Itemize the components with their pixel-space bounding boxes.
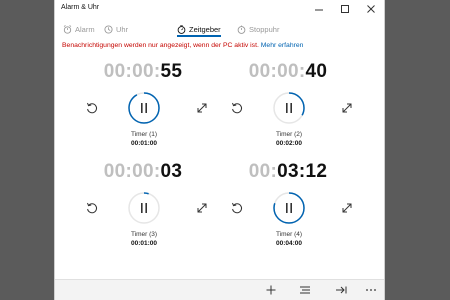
timer-name: Timer (3) — [130, 231, 158, 238]
timer-card: 00:00:03 Timer (3) 00:01:00 — [63, 161, 223, 261]
tab-stopwatch-label: Stoppuhr — [249, 24, 280, 34]
minimize-icon — [315, 9, 323, 11]
timer-countdown-dim: 00:00: — [248, 61, 306, 82]
reset-icon[interactable] — [85, 201, 99, 215]
tab-alarm[interactable]: Alarm — [63, 20, 95, 38]
timer-countdown-bright: 55 — [160, 61, 183, 82]
add-icon[interactable] — [264, 284, 278, 296]
tab-clock-label: Uhr — [116, 24, 129, 34]
timer-countdown-bright: 03 — [160, 161, 183, 182]
timer-card: 00:00:40 Timer (2) 00:02:00 — [208, 61, 368, 161]
timer-duration: 00:01:00 — [130, 240, 158, 247]
expand-icon[interactable] — [195, 201, 209, 215]
timer-card: 00:00:55 Timer (1) 00:01:00 — [63, 61, 223, 161]
stopwatch-icon — [237, 25, 246, 34]
tab-stopwatch[interactable]: Stoppuhr — [237, 20, 279, 38]
reset-icon[interactable] — [85, 101, 99, 115]
title-bar: Alarm & Uhr — [55, 0, 384, 18]
timer-name: Timer (4) — [275, 231, 303, 238]
command-bar — [55, 279, 384, 300]
timer-countdown-dim: 00:00: — [103, 161, 161, 182]
clock-icon — [104, 24, 113, 34]
notification-text: Benachrichtigungen werden nur angezeigt,… — [62, 42, 259, 49]
pause-button[interactable] — [127, 91, 161, 125]
tab-alarm-label: Alarm — [75, 24, 95, 34]
timer-card: 00:03:12 Timer (4) 00:04:00 — [208, 161, 368, 261]
close-icon — [367, 5, 375, 13]
more-options-icon[interactable] — [364, 284, 378, 296]
timer-duration: 00:01:00 — [130, 140, 158, 147]
timer-countdown-bright: 40 — [305, 61, 328, 82]
expand-icon[interactable] — [340, 101, 354, 115]
app-window: Alarm & Uhr Alarm Uhr Zeitgeber Stoppuhr — [54, 0, 385, 300]
tab-timer-label: Zeitgeber — [189, 24, 221, 34]
maximize-icon — [341, 5, 349, 13]
timer-icon — [177, 24, 186, 34]
tab-clock[interactable]: Uhr — [104, 20, 128, 38]
timer-countdown-dim: 00: — [248, 161, 278, 182]
pause-button[interactable] — [272, 191, 306, 225]
timer-duration: 00:04:00 — [275, 240, 303, 247]
timer-name: Timer (1) — [130, 131, 158, 138]
pin-to-start-icon[interactable] — [334, 284, 348, 296]
timer-countdown-dim: 00:00: — [103, 61, 161, 82]
maximize-button[interactable] — [332, 1, 358, 17]
expand-icon[interactable] — [340, 201, 354, 215]
reset-icon[interactable] — [230, 201, 244, 215]
notification-banner: Benachrichtigungen werden nur angezeigt,… — [62, 42, 380, 49]
close-button[interactable] — [358, 1, 384, 17]
pause-button[interactable] — [272, 91, 306, 125]
alarm-icon — [63, 24, 72, 34]
timer-countdown: 00:03:12 — [208, 161, 368, 183]
timer-duration: 00:02:00 — [275, 140, 303, 147]
expand-icon[interactable] — [195, 101, 209, 115]
tab-bar: Alarm Uhr Zeitgeber Stoppuhr — [55, 20, 384, 38]
tab-timer[interactable]: Zeitgeber — [177, 20, 221, 38]
timer-countdown-bright: 03:12 — [277, 161, 328, 182]
timer-countdown: 00:00:55 — [63, 61, 223, 83]
timer-countdown: 00:00:03 — [63, 161, 223, 183]
active-tab-indicator — [177, 35, 221, 37]
reset-icon[interactable] — [230, 101, 244, 115]
learn-more-link[interactable]: Mehr erfahren — [261, 42, 304, 49]
timer-countdown: 00:00:40 — [208, 61, 368, 83]
app-title: Alarm & Uhr — [61, 4, 100, 11]
pause-button[interactable] — [127, 191, 161, 225]
minimize-button[interactable] — [306, 1, 332, 17]
select-list-icon[interactable] — [298, 284, 312, 296]
timer-name: Timer (2) — [275, 131, 303, 138]
